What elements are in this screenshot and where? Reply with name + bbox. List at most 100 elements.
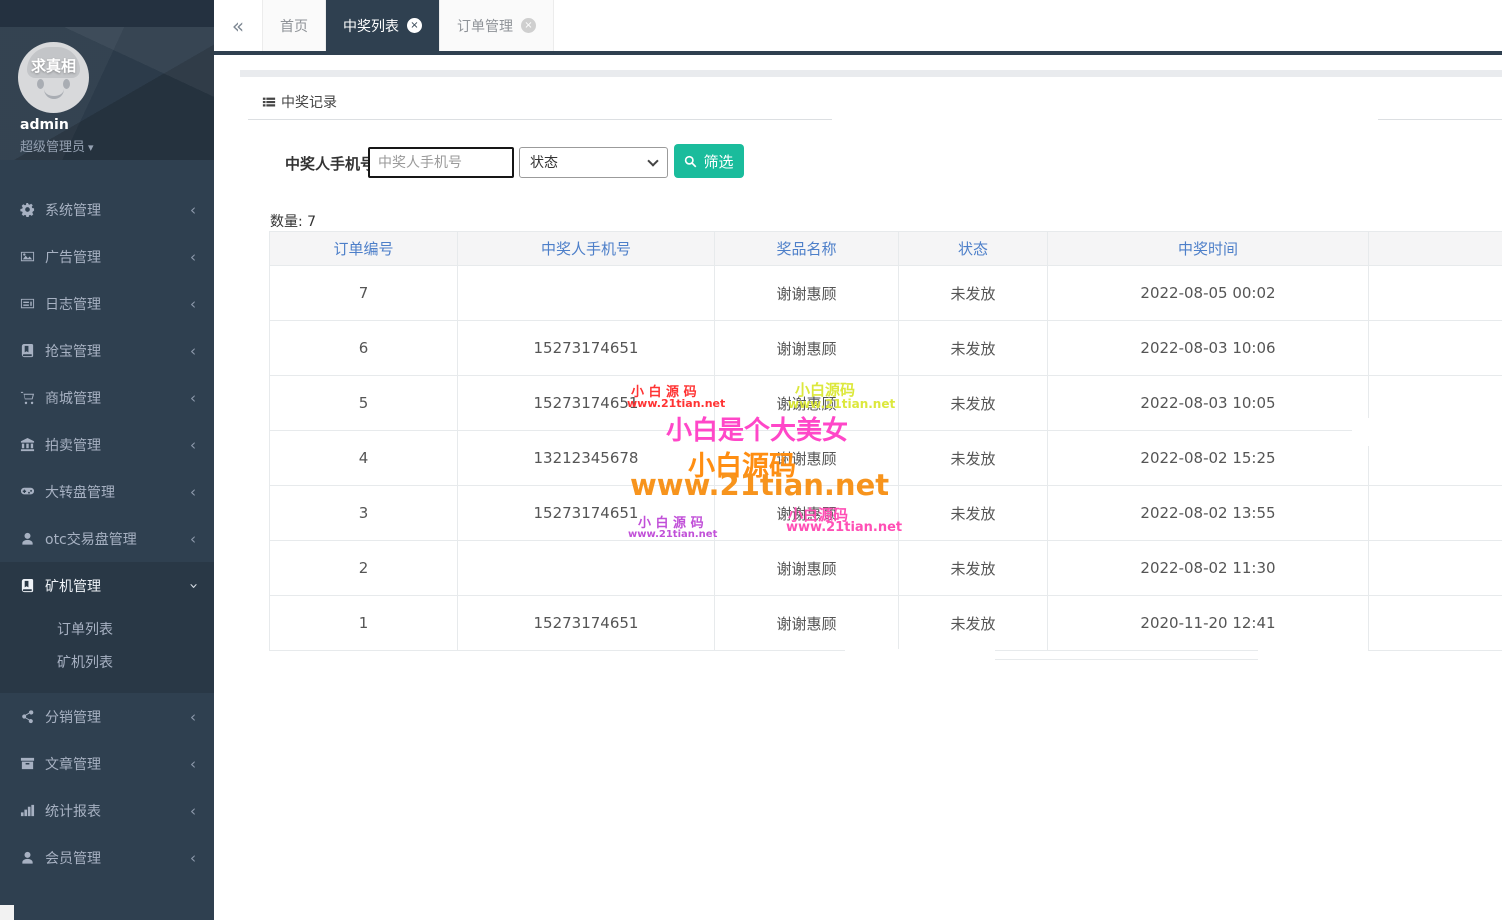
record-count: 数量: 7: [270, 211, 316, 231]
filter-button[interactable]: 筛选: [674, 144, 744, 178]
tabs-container: 首页 中奖列表 × 订单管理 ×: [262, 0, 554, 51]
sidebar-top-band: [0, 0, 214, 27]
table-header-cell: 订单编号: [269, 231, 458, 266]
time-cell: 2022-08-02 11:30: [1047, 540, 1369, 596]
sidebar-item-label: 分销管理: [45, 709, 101, 726]
caret-down-icon: ▾: [88, 141, 94, 154]
sidebar-item-12[interactable]: 会员管理 ‹: [0, 834, 214, 881]
role-dropdown[interactable]: 超级管理员 ▾: [20, 136, 94, 155]
chevron-left-icon: ‹: [190, 388, 196, 407]
chevron-left-icon: ‹: [190, 294, 196, 313]
empty-cell: [1368, 320, 1502, 376]
phone-cell: 15273174651: [457, 595, 715, 651]
order-id-cell: 5: [269, 375, 458, 431]
sidebar-item-7[interactable]: otc交易盘管理 ‹: [0, 515, 214, 562]
submenu-item-0[interactable]: 订单列表: [0, 612, 214, 645]
sidebar-item-label: 日志管理: [45, 296, 101, 313]
time-cell: 2022-08-02 13:55: [1047, 485, 1369, 541]
table-head: 订单编号 中奖人手机号 奖品名称 状态 中奖时间: [269, 231, 1502, 266]
order-id-cell: 4: [269, 430, 458, 486]
tab-0[interactable]: 首页: [262, 0, 326, 51]
chevron-left-icon: ‹: [190, 529, 196, 548]
sidebar-item-label: otc交易盘管理: [45, 531, 137, 548]
filter-button-label: 筛选: [703, 152, 734, 171]
prize-cell: 谢谢惠顾: [714, 265, 899, 321]
chevron-left-icon: ‹: [190, 801, 196, 820]
chevron-left-icon: ‹: [190, 848, 196, 867]
sidebar-item-label: 抢宝管理: [45, 343, 101, 360]
table-row: 7 谢谢惠顾 未发放 2022-08-05 00:02: [269, 265, 1502, 321]
share-icon: [20, 709, 35, 724]
sidebar-item-3[interactable]: 抢宝管理 ‹: [0, 327, 214, 374]
panel-title-text: 中奖记录: [281, 95, 337, 111]
sidebar-item-2[interactable]: 日志管理 ‹: [0, 280, 214, 327]
time-cell: 2022-08-05 00:02: [1047, 265, 1369, 321]
sidebar-item-1[interactable]: 广告管理 ‹: [0, 233, 214, 280]
phone-cell: 13212345678: [457, 430, 715, 486]
chevron-left-icon: ‹: [190, 200, 196, 219]
scrollbar-corner: [0, 905, 14, 920]
prize-cell: 谢谢惠顾: [714, 375, 899, 431]
title-divider: [1378, 119, 1502, 120]
submenu-item-1[interactable]: 矿机列表: [0, 645, 214, 678]
tab-2[interactable]: 订单管理 ×: [440, 0, 554, 51]
prize-cell: 谢谢惠顾: [714, 430, 899, 486]
sidebar-item-label: 矿机管理: [45, 578, 101, 595]
sidebar-item-5[interactable]: 拍卖管理 ‹: [0, 421, 214, 468]
time-cell: 2022-08-02 15:25: [1047, 430, 1369, 486]
empty-cell: [1368, 265, 1502, 321]
status-select[interactable]: 状态: [520, 148, 667, 177]
chart-icon: [20, 803, 35, 818]
whiteout-patch: [845, 649, 995, 667]
status-cell: 未发放: [898, 375, 1048, 431]
chevron-left-icon: ‹: [190, 707, 196, 726]
sidebar-item-6[interactable]: 大转盘管理 ‹: [0, 468, 214, 515]
order-id-cell: 2: [269, 540, 458, 596]
close-icon[interactable]: ×: [521, 18, 536, 33]
prize-cell: 谢谢惠顾: [714, 320, 899, 376]
profile-section: 求真相 admin 超级管理员 ▾: [0, 27, 214, 160]
chevron-left-icon: ‹: [190, 341, 196, 360]
gamepad-icon: [20, 484, 35, 499]
time-cell: 2022-08-03 10:05: [1047, 375, 1369, 431]
close-icon[interactable]: ×: [407, 18, 422, 33]
collapse-tabs-button[interactable]: «: [214, 0, 262, 51]
sidebar-item-10[interactable]: 文章管理 ‹: [0, 740, 214, 787]
sidebar-item-label: 会员管理: [45, 850, 101, 867]
prize-cell: 谢谢惠顾: [714, 485, 899, 541]
tab-bar: « 首页 中奖列表 × 订单管理 ×: [214, 0, 1502, 55]
book-icon: [20, 578, 35, 593]
order-id-cell: 1: [269, 595, 458, 651]
image-icon: [20, 249, 35, 264]
winners-table: 订单编号 中奖人手机号 奖品名称 状态 中奖时间 7 谢谢惠顾 未发放 2022-08-05 …: [269, 231, 1502, 651]
order-id-cell: 6: [269, 320, 458, 376]
book-icon: [20, 343, 35, 358]
sidebar-item-4[interactable]: 商城管理 ‹: [0, 374, 214, 421]
table-row: 5 15273174651 谢谢惠顾 未发放 2022-08-03 10:05: [269, 375, 1502, 431]
status-cell: 未发放: [898, 540, 1048, 596]
tab-1[interactable]: 中奖列表 ×: [326, 0, 440, 51]
sidebar-item-9[interactable]: 分销管理 ‹: [0, 693, 214, 740]
sidebar-item-0[interactable]: 系统管理 ‹: [0, 186, 214, 233]
backward-icon: «: [231, 13, 245, 38]
prize-cell: 谢谢惠顾: [714, 595, 899, 651]
status-cell: 未发放: [898, 595, 1048, 651]
user-icon: [20, 531, 35, 546]
search-icon: [685, 155, 697, 167]
phone-input[interactable]: [368, 147, 514, 178]
phone-cell: [457, 540, 715, 596]
tab-label: 中奖列表: [343, 18, 399, 35]
submenu: 订单列表 矿机列表: [0, 609, 214, 693]
main-content: 中奖记录 中奖人手机号 状态 筛选 数量: 7 订单编号中奖人手机号奖品名称状态…: [214, 55, 1502, 920]
gear-icon: [20, 202, 35, 217]
avatar[interactable]: 求真相: [18, 42, 89, 113]
status-cell: 未发放: [898, 430, 1048, 486]
sidebar-item-8[interactable]: 矿机管理 ‹: [0, 562, 214, 609]
avatar-mouth: [43, 88, 64, 99]
table-header-cell: 奖品名称: [714, 231, 899, 266]
time-cell: 2020-11-20 12:41: [1047, 595, 1369, 651]
empty-cell: [1368, 540, 1502, 596]
table-row: 6 15273174651 谢谢惠顾 未发放 2022-08-03 10:06: [269, 320, 1502, 376]
table-header-cell: 中奖时间: [1047, 231, 1369, 266]
sidebar-item-11[interactable]: 统计报表 ‹: [0, 787, 214, 834]
